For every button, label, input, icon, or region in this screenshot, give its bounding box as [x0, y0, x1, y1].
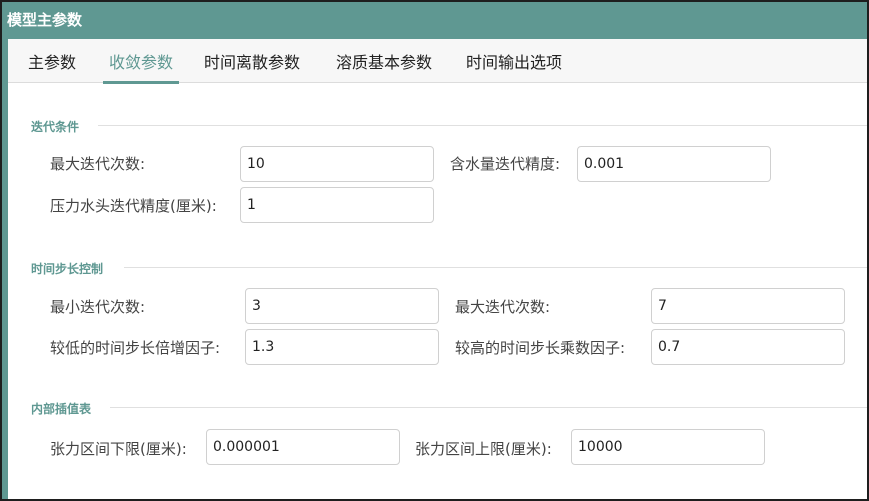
tension-upper-limit-label: 张力区间上限(厘米): [415, 440, 552, 458]
min-iteration-input[interactable] [245, 288, 439, 324]
tab-time-discretization[interactable]: 时间离散参数 [204, 39, 300, 83]
dialog-window: 模型主参数 主参数 收敛参数 时间离散参数 溶质基本参数 时间输出选项 迭代条件… [0, 0, 869, 501]
tab-time-output[interactable]: 时间输出选项 [466, 39, 562, 83]
section-title-interpolation: 内部插值表 [31, 402, 92, 416]
timestep-max-iteration-label: 最大迭代次数: [455, 298, 551, 316]
pressure-head-tolerance-label: 压力水头迭代精度(厘米): [50, 197, 217, 215]
lower-timestep-factor-input[interactable] [245, 329, 439, 365]
water-content-tolerance-input[interactable] [577, 146, 771, 182]
tab-convergence-params[interactable]: 收敛参数 [102, 39, 180, 84]
tab-solute-params[interactable]: 溶质基本参数 [336, 39, 432, 83]
dialog-content: 主参数 收敛参数 时间离散参数 溶质基本参数 时间输出选项 迭代条件 最大迭代次… [8, 39, 867, 499]
max-iteration-label: 最大迭代次数: [50, 155, 146, 173]
section-title-timestep: 时间步长控制 [31, 262, 104, 276]
section-title-iteration: 迭代条件 [31, 120, 80, 134]
timestep-max-iteration-input[interactable] [651, 288, 845, 324]
lower-timestep-factor-label: 较低的时间步长倍增因子: [50, 339, 221, 357]
tab-main-params[interactable]: 主参数 [28, 39, 76, 83]
tab-bar: 主参数 收敛参数 时间离散参数 溶质基本参数 时间输出选项 [8, 39, 867, 84]
tension-lower-limit-label: 张力区间下限(厘米): [50, 440, 187, 458]
section-divider [110, 407, 867, 408]
max-iteration-input[interactable] [240, 146, 434, 182]
pressure-head-tolerance-input[interactable] [240, 187, 434, 223]
water-content-tolerance-label: 含水量迭代精度: [450, 155, 561, 173]
window-title: 模型主参数 [2, 2, 867, 39]
higher-timestep-factor-label: 较高的时间步长乘数因子: [455, 339, 626, 357]
section-divider [98, 125, 867, 126]
section-divider [124, 267, 867, 268]
tension-lower-limit-input[interactable] [206, 429, 400, 465]
min-iteration-label: 最小迭代次数: [50, 298, 146, 316]
tension-upper-limit-input[interactable] [571, 429, 765, 465]
higher-timestep-factor-input[interactable] [651, 329, 845, 365]
